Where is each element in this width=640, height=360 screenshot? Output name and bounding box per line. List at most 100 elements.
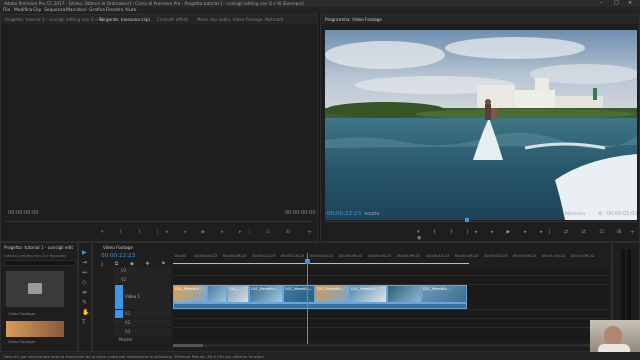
source-timecode-out: 00:00:00:00 [285, 210, 316, 216]
ruler-tick: 00:00:09:23 [223, 253, 247, 258]
quality-dropdown[interactable]: Massima [565, 212, 585, 217]
ruler-tick: 00:00:59:22 [513, 253, 537, 258]
ruler-tick: 00:00:39:23 [397, 253, 421, 258]
status-text: Fare clic per selezionare oppure trascin… [4, 354, 265, 359]
ruler-tick: 00:00:04:23 [194, 253, 218, 258]
bin-label: Video Footage [8, 311, 36, 316]
source-patch-v1[interactable] [115, 285, 123, 309]
menu-clip[interactable]: Clip [33, 8, 41, 13]
clip[interactable] [387, 285, 421, 303]
maximize-button[interactable]: □ [614, 0, 619, 6]
menu-sequenza[interactable]: Sequenza [44, 8, 66, 13]
ruler-tick: 00:00:19:23 [281, 253, 305, 258]
ruler-tick: 00:00:49:23 [455, 253, 479, 258]
clip[interactable]: DSC_Meredith... [421, 285, 467, 303]
source-scrub-bar[interactable] [5, 221, 313, 222]
menu-modifica[interactable]: Modifica [14, 8, 32, 13]
tab-program[interactable]: Programma: Video Footage [325, 17, 382, 22]
program-scrub-bar[interactable] [325, 221, 637, 222]
timeline-tab[interactable]: Video Footage [103, 245, 133, 250]
timeline-ruler[interactable]: 00:00 00:00:04:23 00:00:09:23 00:00:14:2… [173, 253, 609, 261]
hand-tool-icon[interactable]: ✋ [82, 309, 89, 316]
tab-effect-controls[interactable]: Controlli effetti [157, 17, 188, 22]
ruler-tick: 00:00:14:23 [252, 253, 276, 258]
minimize-button[interactable]: – [600, 0, 603, 6]
clip[interactable]: DSC_Meredith... [249, 285, 283, 303]
scroll-thumb[interactable] [173, 344, 203, 347]
project-panel: Progetto: tutorial 1 - consigli edit tut… [0, 242, 78, 352]
program-video-frame[interactable] [325, 30, 637, 220]
tab-project[interactable]: Progetto: tutorial 1 - consigli editing … [5, 17, 103, 22]
track-header-a2[interactable]: A2 [113, 319, 171, 327]
timeline-playhead[interactable] [307, 253, 308, 347]
work-area-bar[interactable] [173, 263, 469, 264]
tab-source[interactable]: Sorgente: (nessuna clip) [99, 17, 150, 22]
clip[interactable]: DSC_Meredith... [283, 285, 315, 303]
source-transport-controls[interactable]: ▾ { } |◂ ◂ ▶ ▸ ▸| ⊡ ⊞ [101, 229, 297, 235]
project-tab[interactable]: Progetto: tutorial 1 - consigli edit [4, 245, 73, 250]
track-header-a1[interactable]: A1 [113, 310, 171, 318]
add-button-icon[interactable]: + [630, 229, 635, 236]
tab-audio-mixer[interactable]: Mixer clip audio: Video Footage [197, 17, 263, 22]
menu-finestra[interactable]: Finestra [106, 8, 123, 13]
project-search-input[interactable] [4, 260, 76, 266]
clip-label: Video Footage [8, 339, 36, 344]
source-tabs: Progetto: tutorial 1 - consigli editing … [1, 15, 317, 24]
track-select-tool-icon[interactable]: ⇥ [82, 259, 87, 266]
track-header-a3[interactable]: A3 [113, 328, 171, 336]
add-button-icon[interactable]: + [307, 229, 312, 236]
source-timecode-in[interactable]: 00:00:00:00 [8, 211, 39, 216]
program-duration: 00:00:01:01 [607, 211, 638, 217]
title-bar: Adobe Premiere Pro CC 2017 - [Video: Obt… [0, 0, 640, 7]
timeline-timecode[interactable]: 00:00:22:23 [101, 253, 135, 259]
menu-file[interactable]: File [3, 8, 10, 13]
clip[interactable] [207, 285, 227, 303]
clip[interactable]: DSC_Meredith... [349, 285, 387, 303]
menu-marcatori[interactable]: Marcatori [66, 8, 87, 13]
ruler-tick: 00:01:04:22 [542, 253, 566, 258]
menu-grafica[interactable]: Grafica [89, 8, 105, 13]
panel-menu-icon[interactable]: ≡ [375, 17, 379, 22]
track-header-v1[interactable]: Video 1 [113, 285, 171, 309]
program-timecode[interactable]: 00:00:22:23 [327, 211, 361, 217]
audio-clip-a1[interactable] [173, 303, 467, 309]
tab-metadata[interactable]: Metadati [265, 17, 283, 22]
selection-tool-icon[interactable]: ▶ [82, 249, 87, 256]
project-file: tutorial_editing con Q e W.prproj [4, 253, 66, 258]
master-track-label: Master [119, 337, 133, 342]
menu-bar: File Modifica Clip Sequenza Marcatori Gr… [0, 7, 640, 14]
timeline-panel: Video Footage 00:00:22:23 ⤓ ⧉ ◆ ✚ ⚑ 00:0… [92, 242, 612, 352]
clip[interactable]: DSC_... [227, 285, 249, 303]
track-header-v3[interactable]: V3 [113, 267, 171, 275]
timeline-scrollbar[interactable] [173, 344, 609, 347]
wrench-icon[interactable]: ⚙ [598, 211, 602, 217]
video-clip-strip[interactable]: DSC_Meredith... DSC_... DSC_Meredith... … [173, 285, 467, 309]
clip-thumbnail[interactable] [6, 321, 64, 337]
status-bar: Fare clic per selezionare oppure trascin… [0, 352, 640, 360]
program-panel: Programma: Video Footage ≡ 00:00:22:23 A… [320, 14, 640, 242]
program-transport-controls[interactable]: ▾ { } |◂ ◂ ▶ ▸ ▸| ⇄ ⇄ ⊡ ⊞ ◉ [417, 229, 639, 241]
slip-tool-icon[interactable]: ⇹ [82, 289, 87, 296]
playhead-handle[interactable] [305, 259, 310, 264]
ruler-tick: 00:00:24:23 [310, 253, 334, 258]
ruler-tick: 00:01:09:22 [571, 253, 595, 258]
pen-tool-icon[interactable]: ✎ [82, 299, 87, 306]
tools-panel: ▶ ⇥ ↔ ◇ ⇹ ✎ ✋ T [78, 242, 92, 352]
razor-tool-icon[interactable]: ◇ [82, 279, 87, 286]
ruler-tick: 00:00:29:23 [339, 253, 363, 258]
ruler-tick: 00:00:54:23 [484, 253, 508, 258]
ruler-tick: 00:00:44:23 [426, 253, 450, 258]
type-tool-icon[interactable]: T [82, 319, 86, 326]
menu-aiuto[interactable]: Aiuto [125, 8, 136, 13]
presenter-face [604, 326, 622, 346]
source-panel: Progetto: tutorial 1 - consigli editing … [0, 14, 318, 242]
clip[interactable]: DSC_Meredith... [173, 285, 207, 303]
track-header-v2[interactable]: V2 [113, 276, 171, 284]
ripple-edit-tool-icon[interactable]: ↔ [82, 269, 87, 276]
clip[interactable]: DSC_Meredith... [315, 285, 349, 303]
bin-thumbnail[interactable] [6, 271, 64, 307]
fit-dropdown[interactable]: Adatta [364, 212, 379, 217]
ruler-tick: 00:00:34:23 [368, 253, 392, 258]
program-playhead[interactable] [465, 218, 469, 222]
close-button[interactable]: × [628, 0, 632, 6]
